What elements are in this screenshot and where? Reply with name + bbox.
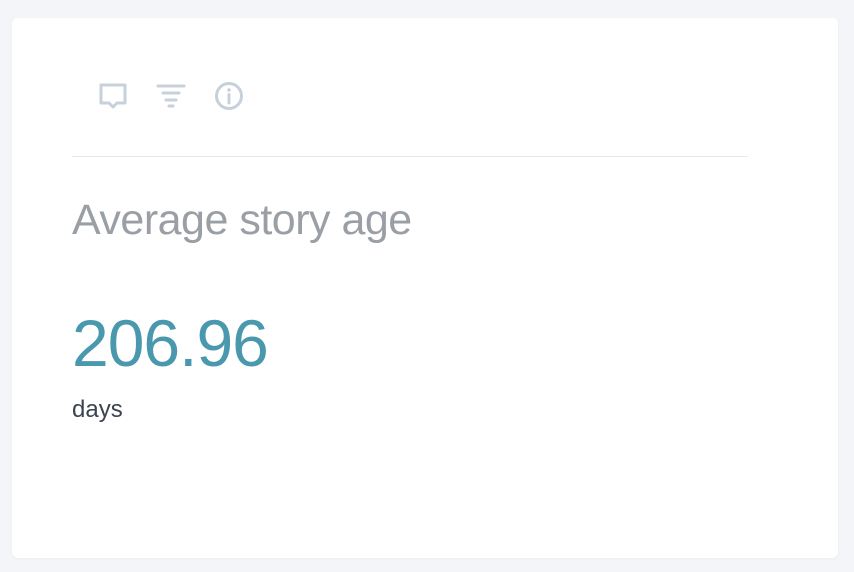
info-icon[interactable] xyxy=(214,81,244,111)
header-divider xyxy=(72,156,748,157)
comment-icon[interactable] xyxy=(98,81,128,111)
card-toolbar xyxy=(98,80,244,112)
metric-title: Average story age xyxy=(72,196,412,244)
filter-icon[interactable] xyxy=(156,81,186,111)
metric-value: 206.96 xyxy=(72,306,269,380)
metric-unit: days xyxy=(72,396,123,423)
